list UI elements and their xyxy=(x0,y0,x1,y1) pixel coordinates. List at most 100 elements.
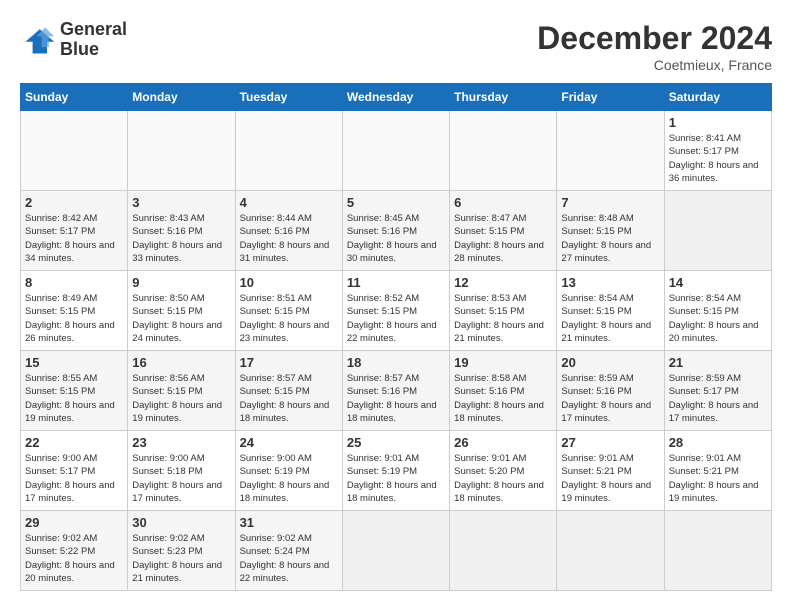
title-area: December 2024 Coetmieux, France xyxy=(537,20,772,73)
day-info: Sunrise: 9:01 AMSunset: 5:21 PMDaylight:… xyxy=(561,452,659,505)
day-cell-3: 3Sunrise: 8:43 AMSunset: 5:16 PMDaylight… xyxy=(128,191,235,271)
empty-cell xyxy=(557,111,664,191)
logo: General Blue xyxy=(20,20,127,60)
empty-cell xyxy=(664,191,771,271)
day-cell-19: 19Sunrise: 8:58 AMSunset: 5:16 PMDayligh… xyxy=(450,351,557,431)
day-number: 7 xyxy=(561,195,659,210)
day-cell-2: 2 Sunrise: 8:42 AMSunset: 5:17 PMDaylight… xyxy=(21,191,128,271)
col-saturday: Saturday xyxy=(664,84,771,111)
day-cell-31: 31 Sunrise: 9:02 AMSunset: 5:24 PMDayligh… xyxy=(235,511,342,591)
day-number: 1 xyxy=(669,115,767,130)
day-info: Sunrise: 9:01 AMSunset: 5:21 PMDaylight:… xyxy=(669,452,767,505)
day-number: 20 xyxy=(561,355,659,370)
day-info: Sunrise: 8:44 AMSunset: 5:16 PMDaylight:… xyxy=(240,212,338,265)
empty-cell xyxy=(557,511,664,591)
calendar-week-1: 1Sunrise: 8:41 AMSunset: 5:17 PMDaylight… xyxy=(21,111,772,191)
day-number: 2 xyxy=(25,195,123,210)
empty-cell xyxy=(128,111,235,191)
day-info: Sunrise: 9:00 AMSunset: 5:19 PMDaylight:… xyxy=(240,452,338,505)
empty-cell xyxy=(21,111,128,191)
day-cell-14: 14Sunrise: 8:54 AMSunset: 5:15 PMDayligh… xyxy=(664,271,771,351)
day-cell-22: 22Sunrise: 9:00 AMSunset: 5:17 PMDayligh… xyxy=(21,431,128,511)
day-info: Sunrise: 8:57 AMSunset: 5:15 PMDaylight:… xyxy=(240,372,338,425)
col-friday: Friday xyxy=(557,84,664,111)
empty-cell xyxy=(235,111,342,191)
day-info: Sunrise: 8:57 AMSunset: 5:16 PMDaylight:… xyxy=(347,372,445,425)
day-info: Sunrise: 8:53 AMSunset: 5:15 PMDaylight:… xyxy=(454,292,552,345)
day-number: 14 xyxy=(669,275,767,290)
day-number: 27 xyxy=(561,435,659,450)
empty-cell xyxy=(450,111,557,191)
logo-line1: General xyxy=(60,20,127,40)
day-number: 15 xyxy=(25,355,123,370)
day-cell-23: 23Sunrise: 9:00 AMSunset: 5:18 PMDayligh… xyxy=(128,431,235,511)
page-header: General Blue December 2024 Coetmieux, Fr… xyxy=(20,20,772,73)
day-cell-11: 11 Sunrise: 8:52 AMSunset: 5:15 PMDayligh… xyxy=(342,271,449,351)
day-cell-24: 24 Sunrise: 9:00 AMSunset: 5:19 PMDayligh… xyxy=(235,431,342,511)
calendar-week-4: 15 Sunrise: 8:55 AMSunset: 5:15 PMDayligh… xyxy=(21,351,772,431)
day-cell-18: 18 Sunrise: 8:57 AMSunset: 5:16 PMDayligh… xyxy=(342,351,449,431)
day-number: 8 xyxy=(25,275,123,290)
day-number: 23 xyxy=(132,435,230,450)
day-cell-26: 26 Sunrise: 9:01 AMSunset: 5:20 PMDayligh… xyxy=(450,431,557,511)
day-cell-30: 30Sunrise: 9:02 AMSunset: 5:23 PMDayligh… xyxy=(128,511,235,591)
day-info: Sunrise: 8:55 AMSunset: 5:15 PMDaylight:… xyxy=(25,372,123,425)
day-info: Sunrise: 9:02 AMSunset: 5:23 PMDaylight:… xyxy=(132,532,230,585)
day-number: 10 xyxy=(240,275,338,290)
day-info: Sunrise: 8:42 AMSunset: 5:17 PMDaylight:… xyxy=(25,212,123,265)
day-number: 21 xyxy=(669,355,767,370)
day-cell-29: 29 Sunrise: 9:02 AMSunset: 5:22 PMDayligh… xyxy=(21,511,128,591)
day-cell-12: 12 Sunrise: 8:53 AMSunset: 5:15 PMDayligh… xyxy=(450,271,557,351)
logo-line2: Blue xyxy=(60,40,127,60)
day-cell-15: 15 Sunrise: 8:55 AMSunset: 5:15 PMDayligh… xyxy=(21,351,128,431)
empty-cell xyxy=(664,511,771,591)
day-number: 16 xyxy=(132,355,230,370)
day-number: 11 xyxy=(347,275,445,290)
day-info: Sunrise: 8:58 AMSunset: 5:16 PMDaylight:… xyxy=(454,372,552,425)
day-info: Sunrise: 8:47 AMSunset: 5:15 PMDaylight:… xyxy=(454,212,552,265)
day-number: 26 xyxy=(454,435,552,450)
empty-cell xyxy=(342,111,449,191)
day-cell-10: 10 Sunrise: 8:51 AMSunset: 5:15 PMDayligh… xyxy=(235,271,342,351)
day-info: Sunrise: 8:49 AMSunset: 5:15 PMDaylight:… xyxy=(25,292,123,345)
day-info: Sunrise: 8:51 AMSunset: 5:15 PMDaylight:… xyxy=(240,292,338,345)
day-cell-20: 20 Sunrise: 8:59 AMSunset: 5:16 PMDayligh… xyxy=(557,351,664,431)
day-info: Sunrise: 8:45 AMSunset: 5:16 PMDaylight:… xyxy=(347,212,445,265)
day-number: 13 xyxy=(561,275,659,290)
day-info: Sunrise: 9:00 AMSunset: 5:17 PMDaylight:… xyxy=(25,452,123,505)
day-number: 31 xyxy=(240,515,338,530)
col-sunday: Sunday xyxy=(21,84,128,111)
day-number: 24 xyxy=(240,435,338,450)
day-number: 4 xyxy=(240,195,338,210)
day-cell-4: 4 Sunrise: 8:44 AMSunset: 5:16 PMDaylight… xyxy=(235,191,342,271)
day-cell-16: 16Sunrise: 8:56 AMSunset: 5:15 PMDayligh… xyxy=(128,351,235,431)
col-thursday: Thursday xyxy=(450,84,557,111)
day-number: 17 xyxy=(240,355,338,370)
col-tuesday: Tuesday xyxy=(235,84,342,111)
day-number: 9 xyxy=(132,275,230,290)
day-number: 29 xyxy=(25,515,123,530)
day-cell-5: 5 Sunrise: 8:45 AMSunset: 5:16 PMDaylight… xyxy=(342,191,449,271)
day-info: Sunrise: 9:01 AMSunset: 5:20 PMDaylight:… xyxy=(454,452,552,505)
day-number: 5 xyxy=(347,195,445,210)
day-info: Sunrise: 9:02 AMSunset: 5:24 PMDaylight:… xyxy=(240,532,338,585)
day-cell-6: 6 Sunrise: 8:47 AMSunset: 5:15 PMDaylight… xyxy=(450,191,557,271)
calendar-week-5: 22Sunrise: 9:00 AMSunset: 5:17 PMDayligh… xyxy=(21,431,772,511)
day-info: Sunrise: 8:50 AMSunset: 5:15 PMDaylight:… xyxy=(132,292,230,345)
day-info: Sunrise: 8:59 AMSunset: 5:17 PMDaylight:… xyxy=(669,372,767,425)
day-cell-7: 7Sunrise: 8:48 AMSunset: 5:15 PMDaylight… xyxy=(557,191,664,271)
calendar-week-3: 8 Sunrise: 8:49 AMSunset: 5:15 PMDaylight… xyxy=(21,271,772,351)
day-number: 28 xyxy=(669,435,767,450)
month-title: December 2024 xyxy=(537,20,772,57)
day-info: Sunrise: 9:02 AMSunset: 5:22 PMDaylight:… xyxy=(25,532,123,585)
day-number: 6 xyxy=(454,195,552,210)
day-info: Sunrise: 8:59 AMSunset: 5:16 PMDaylight:… xyxy=(561,372,659,425)
day-cell-17: 17 Sunrise: 8:57 AMSunset: 5:15 PMDayligh… xyxy=(235,351,342,431)
day-info: Sunrise: 8:52 AMSunset: 5:15 PMDaylight:… xyxy=(347,292,445,345)
col-monday: Monday xyxy=(128,84,235,111)
empty-cell xyxy=(342,511,449,591)
day-number: 18 xyxy=(347,355,445,370)
calendar-week-2: 2 Sunrise: 8:42 AMSunset: 5:17 PMDaylight… xyxy=(21,191,772,271)
day-number: 12 xyxy=(454,275,552,290)
day-info: Sunrise: 9:01 AMSunset: 5:19 PMDaylight:… xyxy=(347,452,445,505)
